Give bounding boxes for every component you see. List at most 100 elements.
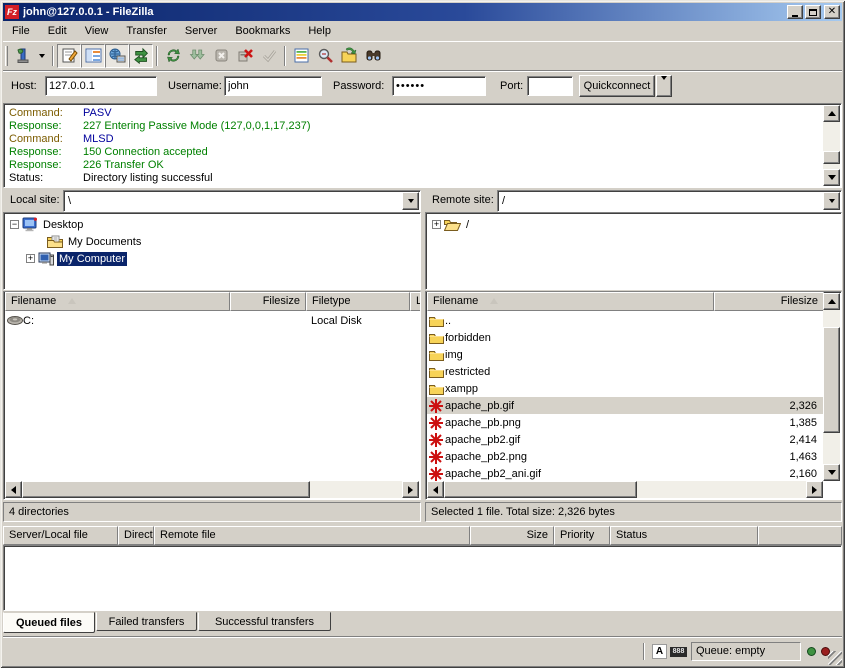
remote-file-row[interactable]: apache_pb.png1,385	[427, 414, 824, 431]
log-scrollbar-thumb[interactable]	[823, 151, 840, 164]
collapse-icon[interactable]: −	[10, 220, 19, 229]
remote-file-row[interactable]: apache_pb2.gif2,414	[427, 431, 824, 448]
tree-item-root[interactable]: + /	[432, 216, 471, 233]
file-size: 2,414	[727, 434, 817, 446]
quickconnect-button[interactable]: Quickconnect	[579, 75, 655, 97]
speedlimit-icon[interactable]: 888	[670, 647, 687, 657]
folder-icon	[427, 349, 445, 361]
column-header-filename[interactable]: Filename	[5, 292, 230, 311]
queue-list[interactable]	[3, 545, 842, 611]
process-queue-button[interactable]	[185, 44, 209, 68]
menu-bookmarks[interactable]: Bookmarks	[226, 23, 299, 39]
port-input[interactable]	[527, 76, 573, 96]
ascii-datatype-icon[interactable]: A	[652, 644, 667, 659]
remote-file-list[interactable]: Filename Filesize .. forbidden img restr…	[425, 291, 842, 500]
local-tree[interactable]: − Desktop My Documents + My Computer	[3, 212, 421, 290]
sort-ascending-icon	[68, 298, 76, 304]
hscroll-thumb[interactable]	[22, 481, 310, 498]
tab-failed-transfers[interactable]: Failed transfers	[96, 612, 197, 631]
menu-view[interactable]: View	[76, 23, 118, 39]
remote-file-row[interactable]: ..	[427, 312, 824, 329]
resize-grip[interactable]	[828, 651, 842, 665]
remote-file-row-selected[interactable]: apache_pb.gif2,326	[427, 397, 824, 414]
reconnect-button[interactable]	[257, 44, 281, 68]
tree-item-desktop[interactable]: − Desktop	[10, 216, 85, 233]
vscroll-thumb[interactable]	[823, 327, 840, 433]
column-header-priority[interactable]: Priority	[554, 526, 610, 545]
message-log-icon	[61, 47, 78, 64]
scroll-left-icon	[433, 486, 438, 494]
disconnect-button[interactable]	[233, 44, 257, 68]
menu-server[interactable]: Server	[176, 23, 226, 39]
tab-successful-transfers[interactable]: Successful transfers	[198, 612, 331, 631]
log-line: Response:226 Transfer OK	[4, 159, 841, 172]
column-header-filetype[interactable]: Filetype	[306, 292, 410, 311]
directory-comparison-icon	[293, 47, 310, 64]
tree-item-my-documents[interactable]: My Documents	[44, 233, 143, 250]
message-log[interactable]: Command:PASV Response:227 Entering Passi…	[3, 103, 842, 188]
maximize-button[interactable]	[805, 5, 821, 19]
column-header-status[interactable]: Status	[610, 526, 758, 545]
local-site-combo[interactable]: \	[63, 190, 421, 212]
site-manager-dropdown-button[interactable]	[35, 44, 49, 68]
column-header-lastmodified[interactable]: L	[410, 292, 421, 311]
reconnect-icon	[261, 47, 278, 64]
hscroll-thumb[interactable]	[444, 481, 637, 498]
local-site-dropdown[interactable]	[402, 192, 419, 210]
remote-file-row[interactable]: apache_pb2.png1,463	[427, 448, 824, 465]
local-list-hscrollbar[interactable]	[5, 481, 419, 498]
expand-icon[interactable]: +	[432, 220, 441, 229]
column-header-filesize[interactable]: Filesize	[230, 292, 306, 311]
remote-tree[interactable]: + /	[425, 212, 842, 290]
find-files-button[interactable]	[361, 44, 385, 68]
remote-site-dropdown[interactable]	[823, 192, 840, 210]
refresh-button[interactable]	[161, 44, 185, 68]
remote-list-vscrollbar[interactable]	[823, 293, 840, 481]
expand-icon[interactable]: +	[26, 254, 35, 263]
username-input[interactable]	[224, 76, 322, 96]
directory-comparison-button[interactable]	[289, 44, 313, 68]
remote-file-row[interactable]: forbidden	[427, 329, 824, 346]
minimize-button[interactable]	[787, 5, 803, 19]
local-file-row[interactable]: C: Local Disk	[5, 312, 421, 329]
process-queue-icon	[189, 47, 206, 64]
column-header-server-local-file[interactable]: Server/Local file	[3, 526, 118, 545]
column-header-filename[interactable]: Filename	[427, 292, 714, 311]
password-input[interactable]	[392, 76, 486, 96]
menu-edit[interactable]: Edit	[39, 23, 76, 39]
synchronized-browsing-button[interactable]	[337, 44, 361, 68]
remote-file-row[interactable]: restricted	[427, 363, 824, 380]
column-header-remote-file[interactable]: Remote file	[154, 526, 470, 545]
remote-file-row[interactable]: apache_pb2_ani.gif2,160	[427, 465, 824, 482]
quickconnect-dropdown-button[interactable]	[656, 75, 672, 97]
menu-help[interactable]: Help	[299, 23, 340, 39]
menu-transfer[interactable]: Transfer	[117, 23, 176, 39]
remote-file-row[interactable]: img	[427, 346, 824, 363]
file-name: apache_pb.gif	[445, 400, 514, 412]
remote-list-hscrollbar[interactable]	[427, 481, 823, 498]
column-header-filesize[interactable]: Filesize	[714, 292, 824, 311]
host-input[interactable]	[45, 76, 157, 96]
column-header-blank[interactable]	[758, 526, 842, 545]
remote-file-row[interactable]: xampp	[427, 380, 824, 397]
local-file-list[interactable]: Filename Filesize Filetype L C: Local Di…	[3, 291, 421, 500]
toggle-local-tree-button[interactable]	[81, 44, 105, 68]
log-scrollbar[interactable]	[823, 105, 840, 186]
file-name: apache_pb2.png	[445, 451, 527, 463]
toggle-message-log-button[interactable]	[57, 44, 81, 68]
chevron-down-icon	[661, 76, 667, 92]
column-header-size[interactable]: Size	[470, 526, 554, 545]
filter-button[interactable]	[313, 44, 337, 68]
tab-queued-files[interactable]: Queued files	[3, 612, 95, 633]
remote-site-combo[interactable]: /	[497, 190, 842, 212]
tree-item-my-computer[interactable]: + My Computer	[26, 250, 127, 267]
column-header-direction[interactable]: Directi...	[118, 526, 154, 545]
menu-file[interactable]: File	[3, 23, 39, 39]
toggle-queue-view-button[interactable]	[129, 44, 153, 68]
site-manager-button[interactable]	[11, 44, 35, 68]
cancel-button[interactable]	[209, 44, 233, 68]
title-bar[interactable]: Fz john@127.0.0.1 - FileZilla ✕	[3, 3, 842, 21]
toggle-remote-tree-button[interactable]	[105, 44, 129, 68]
toolbar-separator	[156, 46, 158, 66]
close-button[interactable]: ✕	[824, 5, 840, 19]
